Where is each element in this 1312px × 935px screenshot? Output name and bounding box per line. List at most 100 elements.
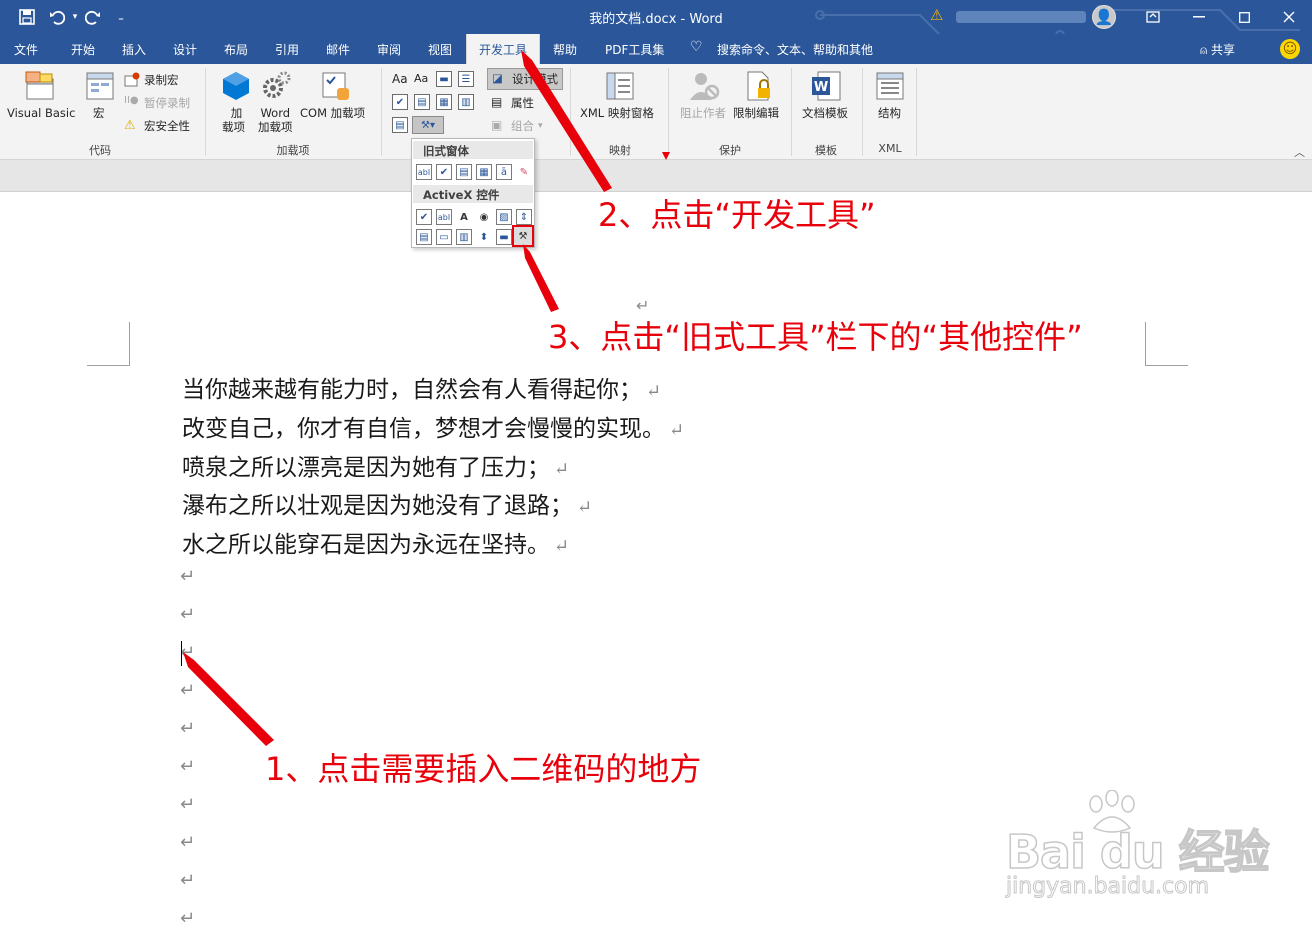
combobox-control-icon[interactable]: ▤ — [414, 94, 430, 110]
empty-paragraph-mark[interactable]: ↵ — [180, 756, 195, 777]
macro-security-button[interactable]: ⚠ 宏安全性 — [124, 118, 190, 134]
tab-references[interactable]: 引用 — [275, 34, 299, 64]
activex-textbox-icon[interactable]: abl — [436, 209, 452, 225]
activex-command-button-icon[interactable]: ▭ — [436, 229, 452, 245]
activex-spin-button-icon[interactable]: ⇕ — [516, 209, 532, 225]
account-name-blurred[interactable] — [956, 11, 1086, 23]
empty-paragraph-mark[interactable]: ↵ — [180, 642, 195, 663]
addins-button[interactable]: 加 载项 — [222, 106, 245, 134]
checkbox-form-field-icon[interactable]: ✔ — [436, 164, 452, 180]
restrict-editing-button[interactable]: 限制编辑 — [733, 106, 779, 120]
tab-insert[interactable]: 插入 — [122, 34, 146, 64]
design-mode-icon: ◪ — [492, 71, 503, 85]
activex-checkbox-icon[interactable]: ✔ — [416, 209, 432, 225]
feedback-smiley-icon[interactable]: ☺ — [1280, 39, 1300, 59]
paragraph-mark: ↵ — [646, 381, 662, 402]
empty-paragraph-mark[interactable]: ↵ — [180, 832, 195, 853]
ribbon-tab-bar: 文件 开始 插入 设计 布局 引用 邮件 审阅 视图 开发工具 帮助 PDF工具… — [0, 34, 1312, 64]
maximize-icon[interactable] — [1231, 5, 1257, 29]
empty-paragraph-mark[interactable]: ↵ — [180, 908, 195, 929]
dropdown-form-field-icon[interactable]: ▤ — [456, 164, 472, 180]
properties-label: 属性 — [511, 96, 534, 110]
empty-paragraph-mark[interactable]: ↵ — [180, 680, 195, 701]
empty-paragraph-mark[interactable]: ↵ — [180, 566, 195, 587]
tab-review[interactable]: 审阅 — [377, 34, 401, 64]
warning-icon[interactable]: ⚠ — [930, 6, 943, 24]
checkbox-control-icon[interactable]: ✔ — [392, 94, 408, 110]
ribbon-display-icon[interactable] — [1140, 5, 1166, 29]
plain-text-control-icon[interactable]: Aa — [414, 72, 428, 86]
rich-text-control-icon[interactable]: Aa — [392, 72, 408, 86]
tab-design[interactable]: 设计 — [173, 34, 197, 64]
separator — [570, 68, 571, 156]
separator — [381, 68, 382, 156]
lightbulb-icon[interactable]: ♡ — [690, 34, 703, 64]
document-line[interactable]: 喷泉之所以漂亮是因为她有了压力； ↵ — [182, 448, 569, 482]
reset-form-fields-icon[interactable]: ✎ — [516, 164, 532, 180]
document-line[interactable]: 水之所以能穿石是因为永远在坚持。 ↵ — [182, 525, 569, 559]
pause-record-button[interactable]: II● 暂停录制 — [124, 95, 190, 111]
tab-file[interactable]: 文件 — [14, 34, 38, 64]
activex-scrollbar-icon[interactable]: ⬍ — [476, 229, 492, 245]
arrow-step-1 — [183, 652, 274, 746]
tab-help[interactable]: 帮助 — [553, 34, 577, 64]
xml-mapping-pane-button[interactable]: XML 映射窗格 — [580, 106, 654, 120]
activex-listbox-icon[interactable]: ▤ — [416, 229, 432, 245]
annotation-step-1: 1、点击需要插入二维码的地方 — [265, 750, 702, 788]
tab-view[interactable]: 视图 — [428, 34, 452, 64]
visual-basic-button[interactable]: Visual Basic — [7, 106, 75, 120]
tab-pdf-tools[interactable]: PDF工具集 — [605, 34, 664, 64]
pause-icon: II● — [124, 95, 139, 106]
structure-button[interactable]: 结构 — [878, 106, 901, 120]
activex-toggle-button-icon[interactable]: ▬ — [496, 229, 512, 245]
form-field-shading-icon[interactable]: ā — [496, 164, 512, 180]
record-macro-button[interactable]: 录制宏 — [124, 72, 179, 88]
close-icon[interactable] — [1276, 5, 1302, 29]
properties-button[interactable]: ▤ 属性 — [491, 95, 534, 111]
word-addins-button[interactable]: Word 加载项 — [258, 106, 293, 134]
empty-paragraph-mark[interactable]: ↵ — [180, 604, 195, 625]
empty-paragraph-mark[interactable]: ↵ — [180, 794, 195, 815]
arrow-step-3 — [523, 244, 559, 312]
minimize-icon[interactable] — [1186, 5, 1212, 29]
word-addins-line1: Word — [260, 106, 291, 120]
design-mode-button[interactable]: ◪ 设计模式 — [487, 68, 563, 90]
tab-developer[interactable]: 开发工具 — [466, 34, 540, 64]
line-text: 当你越来越有能力时，自然会有人看得起你； — [182, 377, 642, 403]
paragraph-mark: ↵ — [577, 497, 593, 518]
legacy-tools-dropdown: 旧式窗体 abl ✔ ▤ ▦ ā ✎ ActiveX 控件 ✔ abl A ◉ … — [411, 138, 535, 248]
document-line[interactable]: 当你越来越有能力时，自然会有人看得起你； ↵ — [182, 370, 661, 404]
watermark-logo-text: Bai du 经验 — [1005, 824, 1270, 880]
tab-home[interactable]: 开始 — [71, 34, 95, 64]
dropdown-control-icon[interactable]: ▦ — [436, 94, 452, 110]
separator — [916, 68, 917, 156]
empty-paragraph-mark[interactable]: ↵ — [180, 718, 195, 739]
com-addins-button[interactable]: COM 加载项 — [300, 106, 365, 120]
text-field-icon[interactable]: abl — [416, 164, 432, 180]
tab-mailings[interactable]: 邮件 — [326, 34, 350, 64]
other-controls-icon[interactable]: ⚒ — [512, 225, 534, 247]
person-icon: ⍝ — [1200, 43, 1212, 57]
building-block-control-icon[interactable]: ☰ — [458, 71, 474, 87]
insert-frame-icon[interactable]: ▦ — [476, 164, 492, 180]
macro-button[interactable]: 宏 — [93, 106, 105, 120]
share-button[interactable]: ⍝ 共享 — [1200, 41, 1235, 58]
repeating-section-control-icon[interactable]: ▤ — [392, 117, 408, 133]
date-picker-control-icon[interactable]: ▥ — [458, 94, 474, 110]
block-authors-button[interactable]: 阻止作者 — [680, 106, 726, 120]
activex-image-icon[interactable]: ▨ — [496, 209, 512, 225]
document-line[interactable]: 瀑布之所以壮观是因为她没有了退路； ↵ — [182, 486, 592, 520]
empty-paragraph-mark[interactable]: ↵ — [180, 870, 195, 891]
document-template-button[interactable]: 文档模板 — [802, 106, 848, 120]
group-button[interactable]: ▣ 组合 ▾ — [491, 118, 543, 134]
search-tell-me[interactable]: 搜索命令、文本、帮助和其他 — [717, 34, 873, 64]
activex-option-button-icon[interactable]: ◉ — [476, 209, 492, 225]
avatar[interactable]: 👤 — [1092, 5, 1116, 29]
collapse-ribbon-icon[interactable]: ︿ — [1294, 144, 1305, 160]
document-line[interactable]: 改变自己，你才有自信，梦想才会慢慢的实现。 ↵ — [182, 409, 684, 443]
tab-layout[interactable]: 布局 — [224, 34, 248, 64]
activex-combobox-icon[interactable]: ▥ — [456, 229, 472, 245]
legacy-tools-button[interactable]: ⚒▾ — [412, 116, 444, 134]
picture-control-icon[interactable]: ▬ — [436, 71, 452, 87]
activex-label-icon[interactable]: A — [456, 209, 472, 225]
